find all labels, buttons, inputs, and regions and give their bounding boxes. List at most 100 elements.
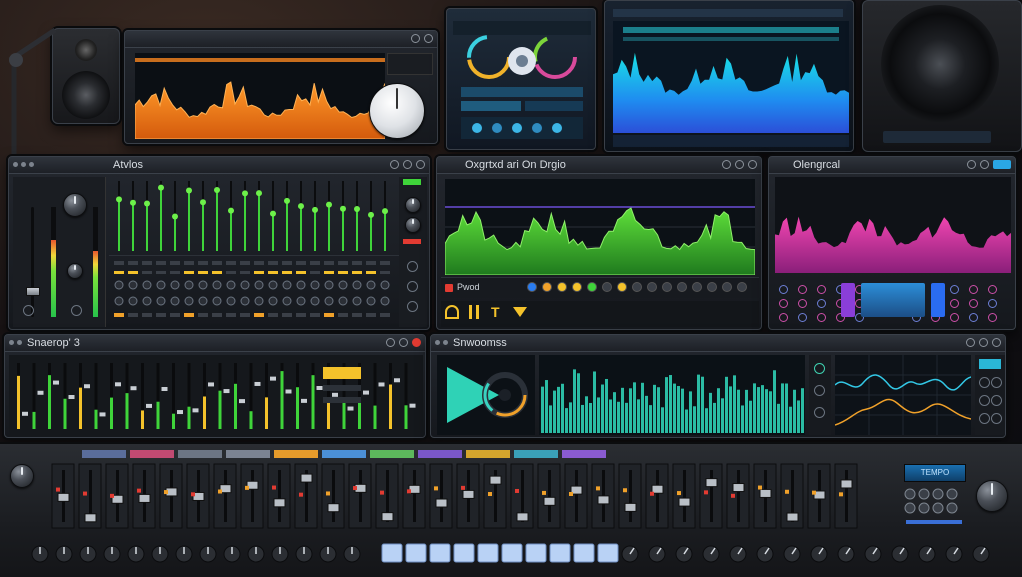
magenta-control-dot[interactable] xyxy=(950,299,959,308)
text-tool-icon[interactable]: T xyxy=(491,305,500,319)
settings-icon[interactable] xyxy=(386,338,395,347)
magenta-control-dot[interactable] xyxy=(798,313,807,322)
magenta-control-dot[interactable] xyxy=(817,299,826,308)
pause-icon[interactable] xyxy=(469,305,479,319)
master-gain-knob[interactable] xyxy=(63,193,87,217)
mute-icon[interactable] xyxy=(23,305,34,316)
transport-dot-button[interactable] xyxy=(587,282,597,292)
close-icon[interactable] xyxy=(412,338,421,347)
magenta-control-dot[interactable] xyxy=(988,299,997,308)
transport-dot-button[interactable] xyxy=(662,282,672,292)
jog-knob[interactable] xyxy=(976,480,1008,512)
magenta-control-dot[interactable] xyxy=(779,313,788,322)
settings-icon[interactable] xyxy=(735,160,744,169)
magenta-control-dot[interactable] xyxy=(988,313,997,322)
transport-dot-button[interactable] xyxy=(527,282,537,292)
magenta-select-button[interactable] xyxy=(841,283,855,317)
channel-led xyxy=(310,271,320,274)
transport-dot-button[interactable] xyxy=(632,282,642,292)
channel-button xyxy=(114,261,124,265)
record-icon[interactable] xyxy=(445,284,453,292)
main-volume-knob[interactable] xyxy=(10,464,34,488)
magenta-control-dot[interactable] xyxy=(798,299,807,308)
transport-dot-button[interactable] xyxy=(647,282,657,292)
vis-button-1[interactable] xyxy=(979,377,990,388)
magenta-control-dot[interactable] xyxy=(779,285,788,294)
vis-button-5[interactable] xyxy=(979,413,990,424)
master-pan-knob[interactable] xyxy=(67,263,83,279)
channel-mixer-strips[interactable] xyxy=(9,355,423,437)
close-icon[interactable] xyxy=(992,338,1001,347)
solo-icon[interactable] xyxy=(71,305,82,316)
output-gain-knob[interactable] xyxy=(369,83,425,139)
strip-fader-cap xyxy=(192,408,199,413)
close-icon[interactable] xyxy=(748,160,757,169)
gear-icon[interactable] xyxy=(390,160,399,169)
channel-level xyxy=(188,190,190,251)
vis-button-6[interactable] xyxy=(991,413,1002,424)
settings-icon[interactable] xyxy=(980,160,989,169)
magenta-control-dot[interactable] xyxy=(988,285,997,294)
channel-level xyxy=(244,193,246,251)
close-icon[interactable] xyxy=(424,34,433,43)
transport-dot-button[interactable] xyxy=(692,282,702,292)
minimize-icon[interactable] xyxy=(403,160,412,169)
master-fader[interactable] xyxy=(26,287,40,296)
strip-display-sub xyxy=(323,397,361,403)
strip-level xyxy=(125,393,129,429)
strip-fader-cap xyxy=(285,389,292,394)
strip-level xyxy=(311,375,315,429)
controller-strips[interactable] xyxy=(0,444,1022,577)
minimize-icon[interactable] xyxy=(399,338,408,347)
close-icon[interactable] xyxy=(416,160,425,169)
magenta-mode-button[interactable] xyxy=(931,283,945,317)
transport-dot-button[interactable] xyxy=(542,282,552,292)
strip-fader-cap xyxy=(115,382,121,387)
side-button-3[interactable] xyxy=(407,301,418,312)
side-button-2[interactable] xyxy=(407,281,418,292)
transport-dot-button[interactable] xyxy=(677,282,687,292)
magenta-control-dot[interactable] xyxy=(969,299,978,308)
transport-dot-button[interactable] xyxy=(707,282,717,292)
vis-button-4[interactable] xyxy=(991,395,1002,406)
magenta-control-dot[interactable] xyxy=(969,313,978,322)
channel-mixer-title: Snaerop' 3 xyxy=(27,337,80,349)
settings-icon[interactable] xyxy=(411,34,420,43)
channel-send-knob xyxy=(254,296,264,306)
pin-icon[interactable] xyxy=(722,160,731,169)
home-icon[interactable] xyxy=(445,305,459,319)
vis-button-3[interactable] xyxy=(979,395,990,406)
loop-button[interactable] xyxy=(814,407,825,418)
transport-dot-button[interactable] xyxy=(737,282,747,292)
vis-button-2[interactable] xyxy=(991,377,1002,388)
transport-dot-button[interactable] xyxy=(557,282,567,292)
expand-icon[interactable] xyxy=(993,160,1011,169)
transport-dot-buttons[interactable] xyxy=(527,282,757,294)
magenta-control-dot[interactable] xyxy=(969,285,978,294)
side-knob-2[interactable] xyxy=(405,217,421,233)
magenta-control-grid[interactable] xyxy=(775,279,1011,327)
channel-fader-cap xyxy=(186,187,192,194)
minimize-icon[interactable] xyxy=(967,160,976,169)
side-button-1[interactable] xyxy=(407,261,418,272)
mixer-channel-faders[interactable] xyxy=(109,177,399,327)
transport-dot-button[interactable] xyxy=(572,282,582,292)
magenta-control-dot[interactable] xyxy=(950,313,959,322)
magenta-control-dot[interactable] xyxy=(950,285,959,294)
transport-dot-button[interactable] xyxy=(722,282,732,292)
settings-icon[interactable] xyxy=(966,338,975,347)
magenta-control-dot[interactable] xyxy=(779,299,788,308)
magenta-control-dot[interactable] xyxy=(798,285,807,294)
mode-button[interactable] xyxy=(814,363,825,374)
magenta-control-dot[interactable] xyxy=(817,313,826,322)
minimize-icon[interactable] xyxy=(979,338,988,347)
side-knob-1[interactable] xyxy=(405,197,421,213)
transport-dot-button[interactable] xyxy=(602,282,612,292)
channel-fader-cap xyxy=(144,200,150,207)
sync-button[interactable] xyxy=(814,385,825,396)
orange-plugin-titlebar xyxy=(125,31,437,48)
transport-dot-button[interactable] xyxy=(617,282,627,292)
channel-led xyxy=(240,271,250,274)
filter-icon[interactable] xyxy=(513,307,527,317)
magenta-control-dot[interactable] xyxy=(817,285,826,294)
